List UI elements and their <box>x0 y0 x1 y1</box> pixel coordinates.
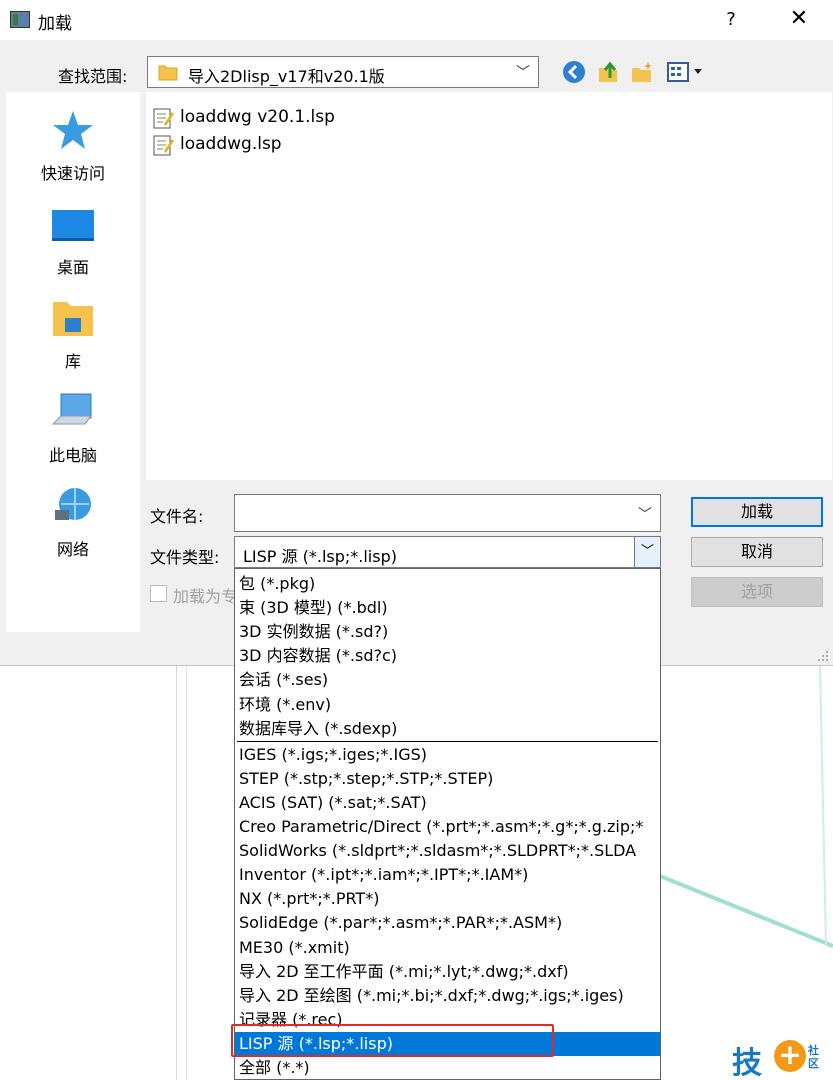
dropdown-item[interactable]: 导入 2D 至工作平面 (*.mi;*.lyt;*.dwg;*.dxf) <box>235 960 660 984</box>
dropdown-item[interactable]: IGES (*.igs;*.iges;*.IGS) <box>235 743 660 767</box>
readonly-checkbox[interactable] <box>150 585 167 602</box>
dropdown-item[interactable]: 导入 2D 至绘图 (*.mi;*.bi;*.dxf;*.dwg;*.igs;*… <box>235 984 660 1008</box>
place-label: 此电脑 <box>48 446 97 465</box>
place-this-pc[interactable]: 此电脑 <box>6 382 140 472</box>
app-icon <box>10 11 30 28</box>
dropdown-item[interactable]: 全部 (*.*) <box>235 1056 660 1079</box>
dropdown-item[interactable]: 数据库导入 (*.sdexp) <box>235 717 660 741</box>
file-name: loaddwg v20.1.lsp <box>180 107 335 127</box>
dropdown-item[interactable]: Creo Parametric/Direct (*.prt*;*.asm*;*.… <box>235 815 660 839</box>
watermark-sub: 社区 <box>808 1044 819 1070</box>
look-in-label: 查找范围: <box>58 67 128 86</box>
look-in-value: 导入2Dlisp_v17和v20.1版 <box>188 67 385 86</box>
file-name: loaddwg.lsp <box>180 134 282 154</box>
dropdown-item[interactable]: 3D 内容数据 (*.sd?c) <box>235 644 660 668</box>
list-item[interactable]: loaddwg.lsp <box>152 132 452 158</box>
file-type-select[interactable]: LISP 源 (*.lsp;*.lisp) ﹀ <box>234 536 661 568</box>
dropdown-item[interactable]: STEP (*.stp;*.step;*.STP;*.STEP) <box>235 767 660 791</box>
chevron-down-icon[interactable]: ﹀ <box>516 62 530 82</box>
place-quick-access[interactable]: 快速访问 <box>6 100 140 190</box>
watermark-text: 技 <box>732 1046 762 1080</box>
lisp-file-icon <box>153 135 174 156</box>
dropdown-item[interactable]: ACIS (SAT) (*.sat;*.SAT) <box>235 791 660 815</box>
lisp-file-icon <box>153 108 174 129</box>
new-folder-icon[interactable] <box>630 60 654 84</box>
star-icon <box>53 111 93 149</box>
options-button[interactable]: 选项 <box>691 577 823 607</box>
back-arrow-icon[interactable] <box>562 60 586 84</box>
network-icon <box>55 488 91 520</box>
place-label: 网络 <box>56 540 89 559</box>
place-library[interactable]: 库 <box>6 288 140 378</box>
up-folder-icon[interactable] <box>596 60 620 84</box>
annotation-highlight-box <box>231 1024 554 1057</box>
desktop-icon <box>52 210 94 241</box>
view-menu-icon[interactable] <box>666 60 708 84</box>
dropdown-item[interactable]: 束 (3D 模型) (*.bdl) <box>235 596 660 620</box>
help-button[interactable]: ? <box>714 4 748 36</box>
dropdown-item[interactable]: SolidEdge (*.par*;*.asm*;*.PAR*;*.ASM*) <box>235 911 660 935</box>
plus-icon: + <box>774 1040 806 1072</box>
file-type-dropdown-list[interactable]: 包 (*.pkg) 束 (3D 模型) (*.bdl) 3D 实例数据 (*.sd?… <box>234 568 661 1080</box>
chevron-down-icon[interactable]: ﹀ <box>634 537 660 567</box>
place-network[interactable]: 网络 <box>6 476 140 566</box>
readonly-label: 加载为专 <box>173 587 238 606</box>
watermark-logo: 技 + 社区 <box>732 1036 830 1080</box>
window-title: 加载 <box>38 14 72 34</box>
cancel-button[interactable]: 取消 <box>691 537 823 567</box>
close-button[interactable]: ✕ <box>780 4 818 36</box>
places-bar: 快速访问 桌面 库 此电脑 网络 <box>6 92 140 632</box>
library-icon <box>53 302 93 336</box>
file-name-label: 文件名: <box>150 507 204 526</box>
place-desktop[interactable]: 桌面 <box>6 194 140 284</box>
chevron-down-icon[interactable]: ﹀ <box>638 504 652 524</box>
dropdown-item[interactable]: SolidWorks (*.sldprt*;*.sldasm*;*.SLDPRT… <box>235 839 660 863</box>
dropdown-item[interactable]: Inventor (*.ipt*;*.iam*;*.IPT*;*.IAM*) <box>235 863 660 887</box>
resize-grip-icon[interactable] <box>815 648 829 662</box>
load-dialog: 加载 ? ✕ 查找范围: 导入2Dlisp_v17和v20.1版 ﹀ 快速访问 <box>0 0 833 666</box>
file-type-label: 文件类型: <box>150 548 220 567</box>
load-button[interactable]: 加载 <box>691 497 823 527</box>
place-label: 快速访问 <box>40 164 105 183</box>
file-type-value: LISP 源 (*.lsp;*.lisp) <box>243 547 397 566</box>
dropdown-item[interactable]: 3D 实例数据 (*.sd?) <box>235 620 660 644</box>
dropdown-item[interactable]: 环境 (*.env) <box>235 693 660 717</box>
look-in-combo[interactable]: 导入2Dlisp_v17和v20.1版 ﹀ <box>147 56 539 88</box>
dropdown-item[interactable]: NX (*.prt*;*.PRT*) <box>235 887 660 911</box>
dropdown-item[interactable]: 会话 (*.ses) <box>235 668 660 692</box>
title-bar: 加载 ? ✕ <box>0 0 833 40</box>
file-list[interactable]: loaddwg v20.1.lsp loaddwg.lsp <box>146 92 832 480</box>
dropdown-item[interactable]: 包 (*.pkg) <box>235 572 660 596</box>
computer-icon <box>51 393 92 425</box>
list-item[interactable]: loaddwg v20.1.lsp <box>152 105 452 131</box>
file-name-input[interactable]: ﹀ <box>234 494 661 532</box>
dropdown-item[interactable]: ME30 (*.xmit) <box>235 936 660 960</box>
place-label: 桌面 <box>56 258 89 277</box>
place-label: 库 <box>64 352 81 371</box>
folder-icon <box>158 65 178 81</box>
